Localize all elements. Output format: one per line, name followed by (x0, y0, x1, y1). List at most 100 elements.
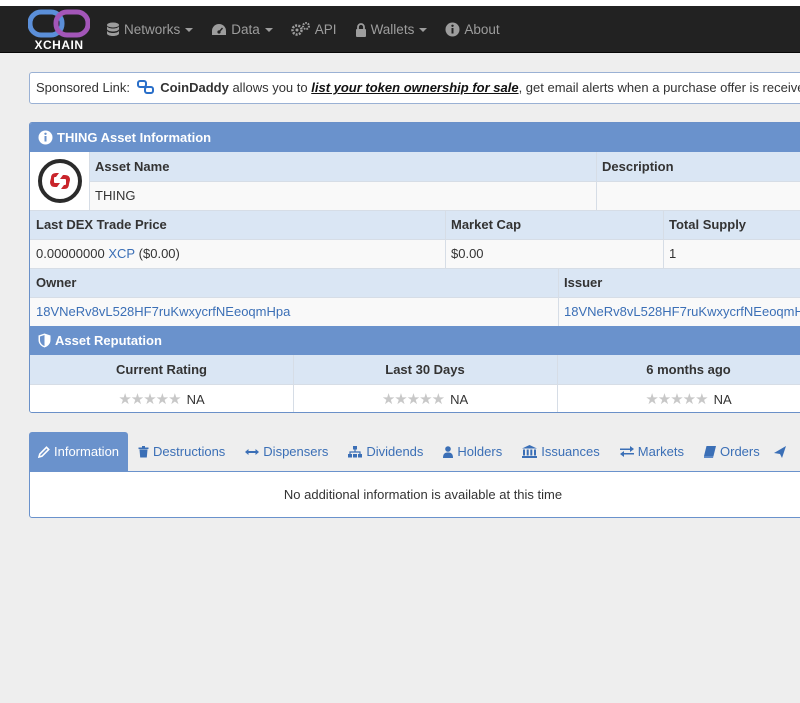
tab-dividends-label: Dividends (366, 444, 424, 459)
tab-content: No additional information is available a… (29, 471, 800, 518)
rating-30-days-label: Last 30 Days (293, 355, 557, 384)
divider (558, 268, 559, 326)
rating-current-text: NA (186, 391, 205, 407)
tab-holders[interactable]: Holders (433, 432, 512, 471)
sponsor-name: CoinDaddy (160, 80, 229, 95)
info-circle-icon (445, 22, 460, 37)
caret-down-icon (264, 27, 273, 32)
sponsored-prefix: Sponsored Link: (36, 80, 130, 95)
reputation-title: Asset Reputation (55, 333, 162, 348)
nav-networks-label: Networks (124, 22, 181, 37)
last-price-usd: ($0.00) (138, 246, 180, 261)
tab-information-label: Information (54, 444, 120, 459)
asset-info-panel: THING Asset Information Asset Name Descr… (29, 122, 800, 413)
asset-tabs: Information Destructions Dispensers Divi… (29, 432, 800, 471)
asset-name-value: THING (89, 181, 596, 210)
nav-about[interactable]: About (445, 22, 500, 37)
nav-wallets[interactable]: Wallets (355, 22, 428, 37)
navbar: XCHAIN Networks Data API Wallets About (0, 6, 800, 53)
nav-api-label: API (314, 22, 337, 37)
total-supply-value: 1 (663, 239, 800, 268)
bank-icon (522, 445, 538, 458)
tab-information[interactable]: Information (29, 432, 129, 471)
divider (89, 152, 90, 210)
nav-wallets-label: Wallets (370, 22, 415, 37)
rating-current-label: Current Rating (30, 355, 293, 384)
market-cap-value: $0.00 (445, 239, 663, 268)
tab-dispensers[interactable]: Dispensers (235, 432, 338, 471)
asset-thing-icon (37, 159, 82, 203)
tab-markets-label: Markets (637, 444, 684, 459)
rating-30-days-value: ★★★★★ NA (293, 384, 557, 412)
last-price-value: 0.00000000 XCP ($0.00) (30, 239, 445, 268)
tab-issuances-label: Issuances (541, 444, 600, 459)
nav-data[interactable]: Data (211, 22, 273, 37)
database-icon (107, 22, 119, 36)
tab-markets[interactable]: Markets (610, 432, 694, 471)
tab-destructions-label: Destructions (153, 444, 226, 459)
main-nav: Networks Data API Wallets About (106, 6, 518, 53)
arrows-horizontal-icon (245, 448, 260, 455)
coindaddy-icon (136, 80, 154, 94)
caret-down-icon (185, 27, 194, 32)
sponsored-link[interactable]: list your token ownership for sale (311, 80, 518, 95)
rating-current-value: ★★★★★ NA (30, 384, 293, 412)
sponsored-banner: Sponsored Link: CoinDaddy allows you to … (29, 72, 800, 104)
divider (30, 268, 800, 269)
asset-icon-cell (30, 152, 89, 210)
divider (30, 384, 800, 385)
rating-6-months-value: ★★★★★ NA (557, 384, 800, 412)
sponsored-text-2: , get email alerts when a purchase offer… (518, 80, 800, 95)
tab-orders-label: Orders (720, 444, 760, 459)
tab-destructions[interactable]: Destructions (128, 432, 235, 471)
issuer-label: Issuer (558, 268, 800, 297)
rating-6-months-label: 6 months ago (557, 355, 800, 384)
divider (30, 239, 800, 240)
divider (30, 210, 800, 211)
xcp-link[interactable]: XCP (108, 246, 135, 261)
brand-logo[interactable]: XCHAIN (27, 9, 91, 52)
owner-address-link[interactable]: 18VNeRv8vL528HF7ruKwxycrfNEeoqmHpa (30, 297, 558, 326)
exchange-icon (619, 446, 634, 457)
issuer-address-link[interactable]: 18VNeRv8vL528HF7ruKwxycrfNEeoqmHpa (558, 297, 800, 326)
divider (663, 210, 664, 268)
paper-plane-icon (773, 445, 786, 458)
sitemap-icon (348, 445, 363, 457)
book-icon (704, 445, 716, 458)
caret-down-icon (419, 27, 428, 32)
tab-dispensers-label: Dispensers (263, 444, 329, 459)
divider (30, 297, 800, 298)
star-rating-icon: ★★★★★ (381, 391, 445, 408)
rating-30-days-text: NA (450, 391, 469, 407)
last-price-label: Last DEX Trade Price (30, 210, 445, 239)
total-supply-label: Total Supply (663, 210, 800, 239)
nav-api[interactable]: API (291, 22, 337, 37)
divider (89, 181, 800, 182)
tab-more[interactable] (770, 432, 790, 471)
no-info-message: No additional information is available a… (283, 487, 563, 502)
star-rating-icon: ★★★★★ (645, 391, 708, 408)
last-price-amount: 0.00000000 (36, 246, 105, 261)
nav-networks[interactable]: Networks (106, 22, 194, 37)
tab-dividends[interactable]: Dividends (338, 432, 433, 471)
brand-name: XCHAIN (34, 38, 84, 52)
chain-logo-icon (27, 9, 91, 38)
user-icon (443, 445, 454, 458)
info-circle-icon (38, 130, 53, 145)
trash-icon (138, 445, 149, 457)
nav-about-label: About (464, 22, 500, 37)
tab-issuances[interactable]: Issuances (512, 432, 610, 471)
asset-info-title: THING Asset Information (57, 130, 212, 145)
description-value (596, 181, 800, 210)
owner-label: Owner (30, 268, 558, 297)
sponsored-text-1: allows you to (232, 80, 308, 95)
market-cap-label: Market Cap (445, 210, 663, 239)
divider (557, 355, 558, 412)
reputation-header: Asset Reputation (30, 326, 800, 355)
shield-icon (38, 333, 51, 348)
pencil-icon (38, 445, 50, 458)
asset-info-header: THING Asset Information (30, 123, 800, 152)
tab-orders[interactable]: Orders (694, 432, 770, 471)
asset-name-label: Asset Name (89, 152, 596, 181)
dashboard-icon (212, 23, 227, 35)
